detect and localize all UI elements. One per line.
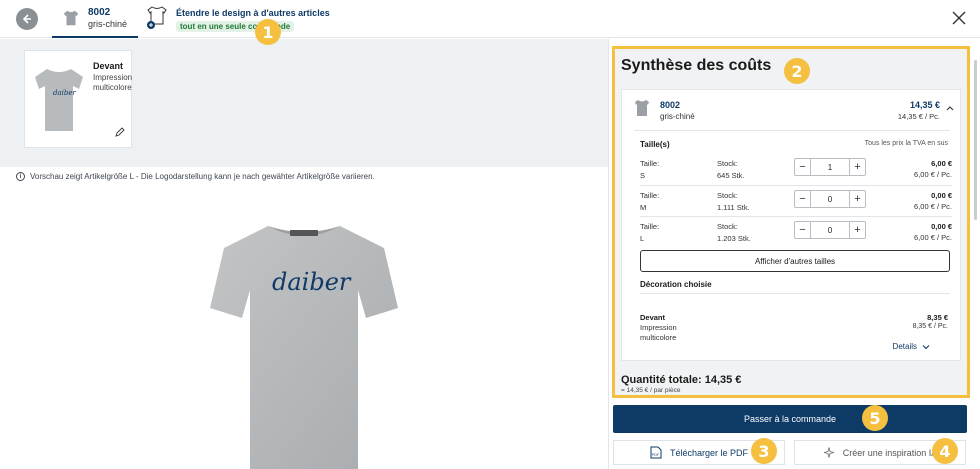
product-card: 8002 gris-chiné 14,35 € 14,35 € / Pc. Ta… xyxy=(621,89,961,361)
minus-button[interactable]: − xyxy=(795,222,811,238)
tab-article[interactable]: 8002 gris-chiné xyxy=(52,0,138,38)
row-unit-price: 6,00 € / Pc. xyxy=(914,202,952,211)
decoration-unit-price: 8,35 € / Pc. xyxy=(912,323,948,330)
stock-label: Stock: xyxy=(717,222,738,231)
sizes-label: Taille(s) xyxy=(640,140,670,149)
download-pdf-label: Télécharger le PDF xyxy=(669,447,749,458)
sparkle-icon xyxy=(823,447,834,458)
quantity-input[interactable]: 0 xyxy=(811,191,849,207)
size-label: Taille: xyxy=(640,222,660,231)
thumbnail-strip: daiber Devant Impression multicolore xyxy=(0,39,608,167)
quantity-stepper: − 0 + xyxy=(794,190,866,208)
decoration-desc: Impression multicolore xyxy=(640,323,677,342)
product-variant: gris-chiné xyxy=(660,112,695,121)
plus-button[interactable]: + xyxy=(849,222,865,238)
marker-1: 1 xyxy=(255,19,281,45)
chevron-down-icon xyxy=(922,344,930,349)
summary-title: Synthèse des coûts xyxy=(621,57,772,74)
decoration-name: Devant xyxy=(640,313,666,322)
extend-title: Étendre le design à d'autres articles xyxy=(176,8,330,18)
extend-design-link[interactable]: Étendre le design à d'autres articles to… xyxy=(146,4,330,32)
plus-button[interactable]: + xyxy=(849,159,865,175)
size-value: L xyxy=(640,234,645,243)
stock-label: Stock: xyxy=(717,159,738,168)
stock-value: 1.203 Stk. xyxy=(717,234,751,243)
marker-3: 3 xyxy=(751,438,777,464)
plus-button[interactable]: + xyxy=(849,191,865,207)
size-label: Taille: xyxy=(640,159,660,168)
preview-info-text: Vorschau zeigt Artikelgröße L - Die Logo… xyxy=(30,172,375,181)
divider xyxy=(634,130,950,131)
size-value: M xyxy=(640,203,647,212)
product-price: 14,35 € xyxy=(909,100,940,110)
top-bar: 8002 gris-chiné Étendre le design à d'au… xyxy=(0,0,980,38)
stock-value: 1.111 Stk. xyxy=(717,203,750,212)
row-total: 0,00 € xyxy=(931,191,952,200)
minus-button[interactable]: − xyxy=(795,191,811,207)
more-sizes-button[interactable]: Afficher d'autres tailles xyxy=(640,250,950,272)
tshirt-thumb-image: daiber xyxy=(35,69,83,131)
tshirt-icon xyxy=(63,10,79,26)
tva-note: Tous les prix la TVA en sus xyxy=(864,140,948,147)
product-code: 8002 xyxy=(660,100,681,110)
ai-inspiration-label: Créer une inspiration IA xyxy=(842,447,938,458)
info-icon: i xyxy=(16,172,25,181)
size-value: S xyxy=(640,171,646,180)
thumb-title: Devant xyxy=(93,61,124,71)
marker-2: 2 xyxy=(784,58,810,84)
details-label: Details xyxy=(892,342,917,351)
chevron-up-icon[interactable] xyxy=(946,104,954,112)
row-unit-price: 6,00 € / Pc. xyxy=(914,170,952,179)
close-icon[interactable] xyxy=(952,10,966,28)
quantity-stepper: − 0 + xyxy=(794,221,866,239)
marker-4: 4 xyxy=(932,438,958,464)
decoration-thumb-card[interactable]: daiber Devant Impression multicolore xyxy=(24,50,132,148)
arrow-left-icon[interactable] xyxy=(16,8,38,30)
size-row: Taille: M Stock: 1.111 Stk. − 0 + 0,00 € 6… xyxy=(640,188,952,216)
pencil-icon[interactable] xyxy=(115,127,125,140)
preview-info: i Vorschau zeigt Artikelgröße L - Die Lo… xyxy=(16,172,375,181)
details-link[interactable]: Details xyxy=(893,342,930,351)
tshirt-add-icon xyxy=(147,6,167,29)
decoration-label: Décoration choisie xyxy=(640,280,712,289)
minus-button[interactable]: − xyxy=(795,159,811,175)
total-quantity: Quantité totale: 14,35 € xyxy=(621,374,742,386)
product-unit-price: 14,35 € / Pc. xyxy=(897,112,940,121)
cost-summary: Synthèse des coûts 8002 gris-chiné 14,35… xyxy=(612,46,970,398)
row-total: 6,00 € xyxy=(931,159,952,168)
divider xyxy=(640,293,950,294)
quantity-input[interactable]: 0 xyxy=(811,222,849,238)
divider xyxy=(640,216,952,217)
row-total: 0,00 € xyxy=(931,222,952,231)
order-button[interactable]: Passer à la commande xyxy=(613,405,967,433)
svg-text:PDF: PDF xyxy=(652,453,659,457)
decoration-price: 8,35 € xyxy=(927,313,948,322)
quantity-input[interactable]: 1 xyxy=(811,159,849,175)
size-row: Taille: L Stock: 1.203 Stk. − 0 + 0,00 € 6… xyxy=(640,219,952,247)
row-unit-price: 6,00 € / Pc. xyxy=(914,233,952,242)
thumb-desc: Impression multicolore xyxy=(93,73,133,92)
tshirt-icon xyxy=(635,100,649,116)
size-label: Taille: xyxy=(640,191,660,200)
tshirt-preview-image: daiber xyxy=(210,226,398,469)
stock-value: 645 Stk. xyxy=(717,171,745,180)
tab-code: 8002 xyxy=(88,6,111,18)
divider xyxy=(640,185,952,186)
marker-5: 5 xyxy=(862,405,888,431)
size-row: Taille: S Stock: 645 Stk. − 1 + 6,00 € 6,0… xyxy=(640,156,952,184)
quantity-stepper: − 1 + xyxy=(794,158,866,176)
total-per-piece: = 14,35 € / par pièce xyxy=(621,387,681,394)
svg-text:daiber: daiber xyxy=(53,89,77,97)
tab-variant: gris-chiné xyxy=(88,18,128,29)
logo-text: daiber xyxy=(272,268,352,296)
pdf-icon: PDF xyxy=(650,446,662,459)
stock-label: Stock: xyxy=(717,191,738,200)
scrollbar[interactable] xyxy=(974,60,977,220)
